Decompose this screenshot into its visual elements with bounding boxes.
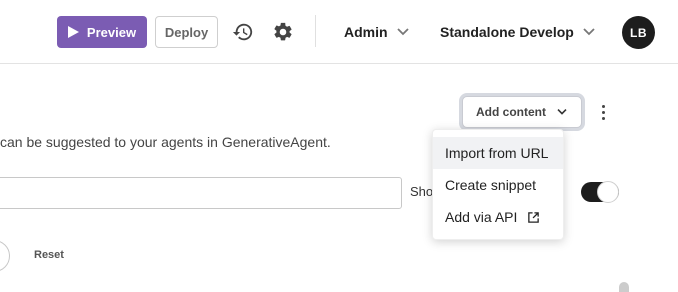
play-icon [67, 26, 79, 38]
deploy-button[interactable]: Deploy [155, 16, 218, 48]
menu-item-add-via-api[interactable]: Add via API [433, 201, 563, 233]
add-content-menu: Import from URL Create snippet Add via A… [432, 129, 564, 240]
external-link-icon [528, 211, 540, 223]
menu-item-label: Import from URL [445, 145, 549, 161]
history-icon[interactable] [232, 21, 254, 43]
more-options-icon[interactable] [596, 101, 610, 123]
show-toggle[interactable] [581, 181, 619, 203]
role-dropdown[interactable]: Admin [344, 22, 410, 42]
environment-dropdown[interactable]: Standalone Develop [440, 22, 596, 42]
toolbar-divider [315, 15, 316, 47]
environment-dropdown-label: Standalone Develop [440, 24, 574, 40]
show-toggle-label: Sho s [410, 184, 565, 199]
scrollbar-thumb[interactable] [619, 282, 629, 292]
preview-button-label: Preview [86, 24, 137, 40]
page-description: can be suggested to your agents in Gener… [0, 134, 331, 150]
menu-item-import-from-url[interactable]: Import from URL [433, 137, 563, 169]
chevron-down-icon [557, 109, 567, 115]
add-content-button[interactable]: Add content [462, 96, 582, 128]
toggle-knob [597, 181, 619, 203]
role-dropdown-label: Admin [344, 24, 388, 40]
show-label-start: Sho [410, 184, 434, 199]
search-input[interactable] [0, 177, 402, 209]
menu-item-create-snippet[interactable]: Create snippet [433, 169, 563, 201]
gear-icon[interactable] [272, 21, 294, 43]
top-bar: Preview Deploy Admin Standalone Develop … [0, 0, 678, 64]
chevron-down-icon [396, 28, 409, 36]
menu-item-label: Add via API [445, 209, 518, 225]
preview-button[interactable]: Preview [57, 16, 147, 48]
chevron-down-icon [583, 28, 595, 36]
avatar-initials: LB [630, 25, 647, 40]
menu-item-label: Create snippet [445, 177, 537, 193]
deploy-button-label: Deploy [164, 24, 209, 40]
add-content-label: Add content [476, 105, 546, 119]
reset-button[interactable]: Reset [34, 249, 64, 261]
filter-chip[interactable] [0, 240, 10, 272]
user-avatar[interactable]: LB [622, 16, 655, 49]
